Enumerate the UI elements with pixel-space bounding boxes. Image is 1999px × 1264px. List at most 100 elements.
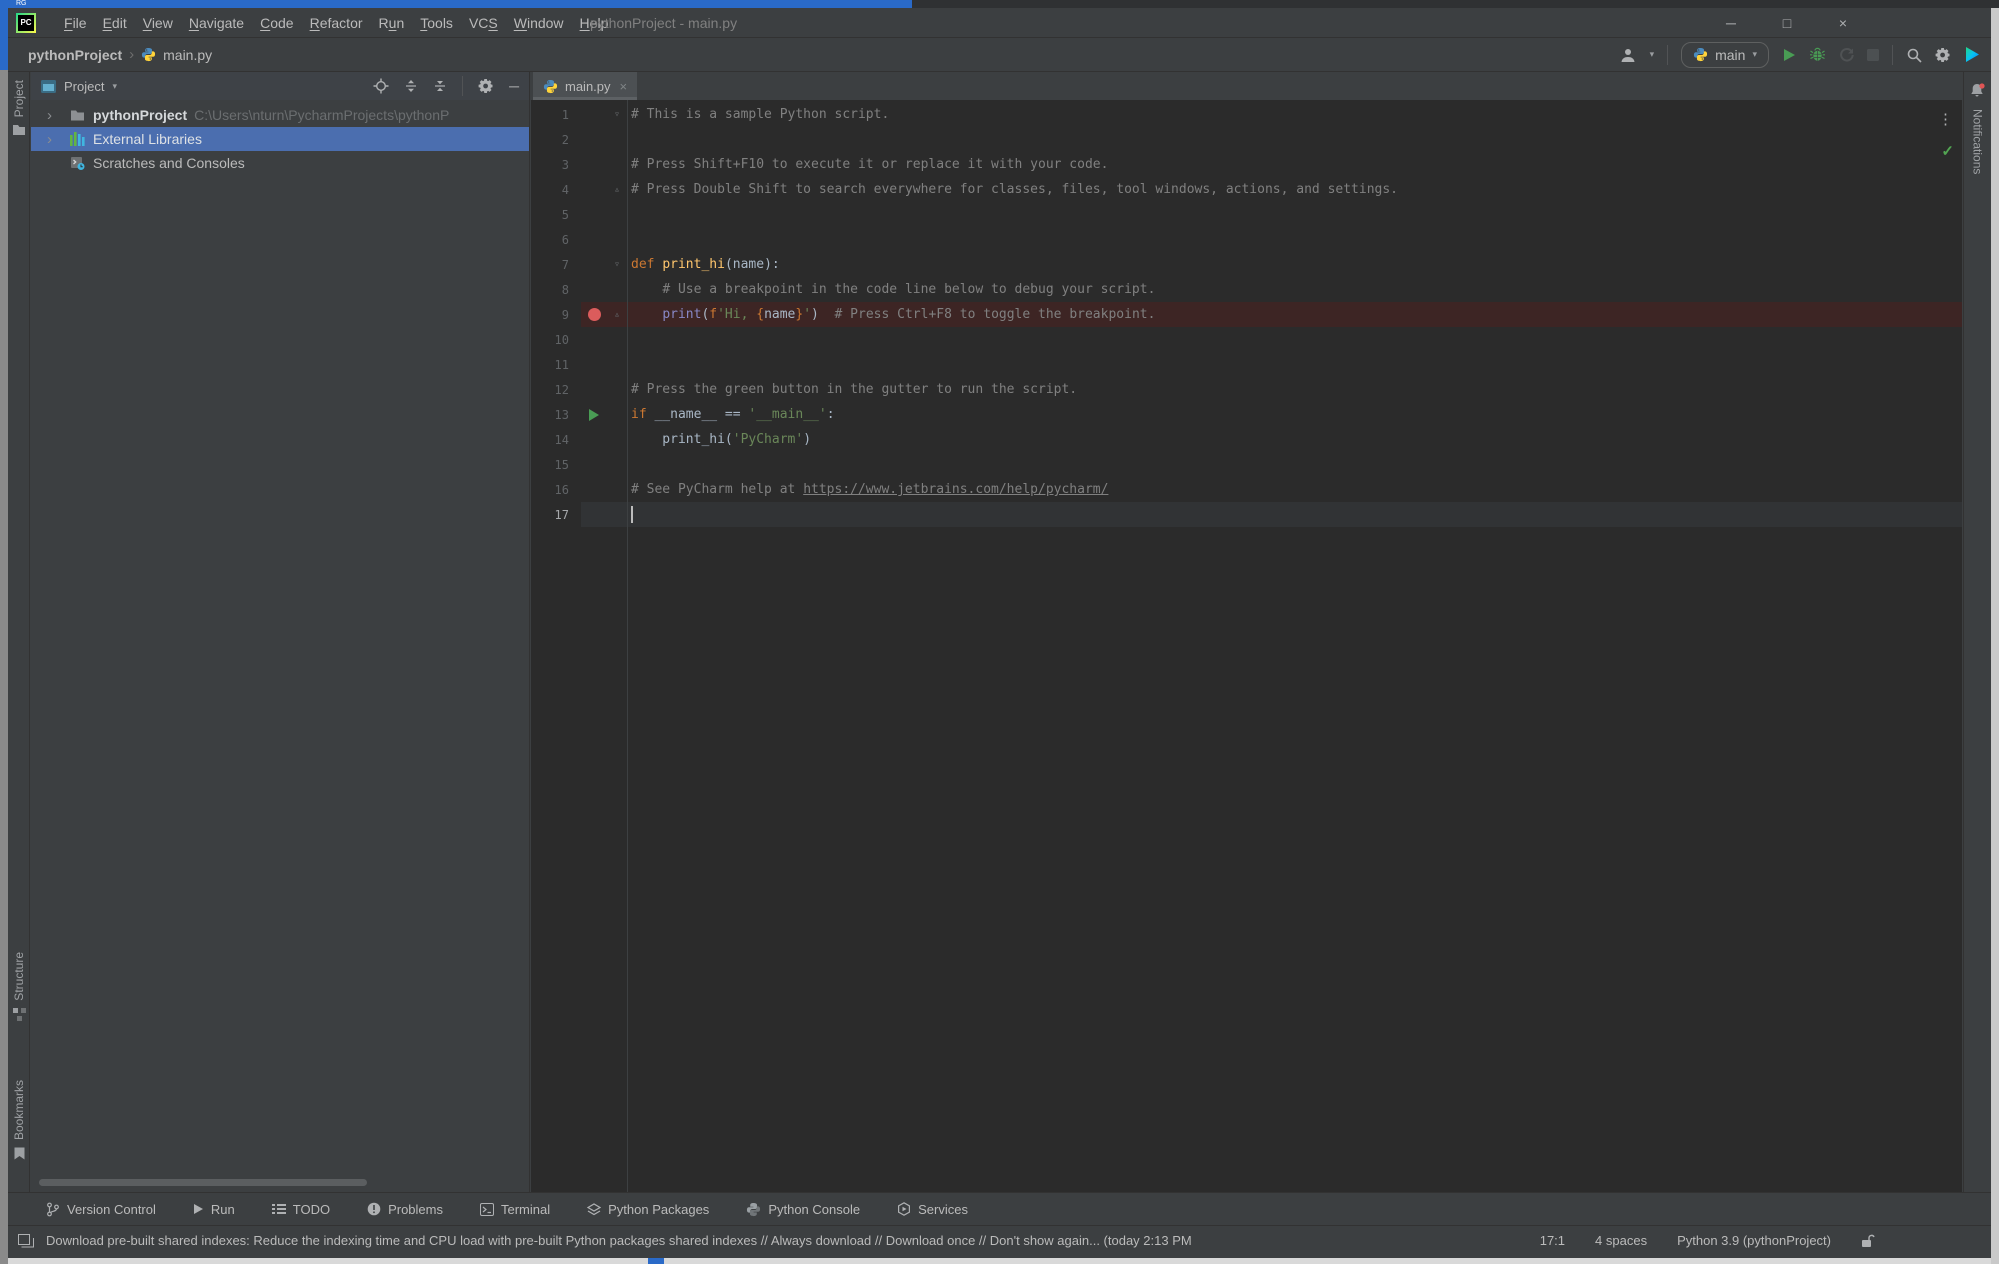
line-number[interactable]: 2: [531, 133, 581, 147]
fold-marker-icon[interactable]: ▵: [607, 309, 627, 320]
line-number[interactable]: 4: [531, 183, 581, 197]
menu-code[interactable]: Code: [252, 15, 301, 31]
line-number[interactable]: 5: [531, 208, 581, 222]
interpreter-setting[interactable]: Python 3.9 (pythonProject): [1677, 1233, 1831, 1248]
code-with-me-icon[interactable]: [1964, 46, 1981, 63]
tree-item-external-libraries[interactable]: ›External Libraries: [31, 127, 529, 151]
run-gutter-icon[interactable]: [589, 409, 599, 421]
lock-open-icon[interactable]: [1861, 1234, 1875, 1248]
menu-window[interactable]: Window: [506, 15, 572, 31]
tool-window-button-problems[interactable]: Problems: [367, 1202, 443, 1217]
chevron-right-icon[interactable]: ›: [47, 107, 67, 124]
line-number[interactable]: 7: [531, 258, 581, 272]
line-number[interactable]: 12: [531, 383, 581, 397]
tool-window-button-todo[interactable]: TODO: [272, 1202, 330, 1217]
editor-line-4[interactable]: 4▵# Press Double Shift to search everywh…: [531, 177, 1962, 202]
background-tasks-icon[interactable]: [18, 1234, 34, 1248]
fold-marker-icon[interactable]: ▵: [607, 184, 627, 195]
line-number[interactable]: 15: [531, 458, 581, 472]
user-icon[interactable]: [1619, 47, 1637, 63]
hide-panel-button[interactable]: ─: [509, 78, 519, 94]
run-configuration-selector[interactable]: main ▾: [1681, 42, 1769, 68]
line-number[interactable]: 13: [531, 408, 581, 422]
menu-refactor[interactable]: Refactor: [302, 15, 371, 31]
editor-line-6[interactable]: 6: [531, 227, 1962, 252]
close-button[interactable]: ×: [1832, 15, 1854, 31]
tool-window-button-version-control[interactable]: Version Control: [46, 1202, 156, 1217]
maximize-button[interactable]: □: [1776, 15, 1798, 31]
horizontal-scrollbar[interactable]: [39, 1179, 367, 1186]
search-everywhere-button[interactable]: [1906, 47, 1922, 63]
tool-window-button-python-packages[interactable]: Python Packages: [587, 1202, 709, 1217]
line-number[interactable]: 3: [531, 158, 581, 172]
tool-window-button-terminal[interactable]: Terminal: [480, 1202, 550, 1217]
chevron-right-icon[interactable]: ›: [47, 131, 67, 148]
tool-window-tab-project[interactable]: Project: [8, 80, 30, 136]
expand-all-icon[interactable]: [404, 79, 418, 93]
menu-navigate[interactable]: Navigate: [181, 15, 252, 31]
status-message[interactable]: Download pre-built shared indexes: Reduc…: [46, 1233, 1192, 1248]
debug-button[interactable]: [1809, 47, 1826, 62]
editor-line-8[interactable]: 8 # Use a breakpoint in the code line be…: [531, 277, 1962, 302]
editor-line-9[interactable]: 9▵ print(f'Hi, {name}') # Press Ctrl+F8 …: [531, 302, 1962, 327]
tree-item-pythonproject[interactable]: ›pythonProjectC:\Users\nturn\PycharmProj…: [31, 103, 529, 127]
line-number[interactable]: 11: [531, 358, 581, 372]
editor-line-7[interactable]: 7▿def print_hi(name):: [531, 252, 1962, 277]
user-caret-icon[interactable]: ▾: [1650, 49, 1655, 60]
run-with-coverage-button[interactable]: [1839, 47, 1854, 62]
editor-line-15[interactable]: 15: [531, 452, 1962, 477]
tool-window-tab-notifications[interactable]: Notifications: [1971, 109, 1985, 174]
editor-line-5[interactable]: 5: [531, 202, 1962, 227]
line-number[interactable]: 8: [531, 283, 581, 297]
menu-run[interactable]: Run: [371, 15, 413, 31]
tool-window-tab-bookmarks[interactable]: Bookmarks: [8, 1080, 30, 1160]
menu-view[interactable]: View: [135, 15, 181, 31]
notifications-bell-icon[interactable]: [1969, 82, 1986, 99]
editor-tab-main-py[interactable]: main.py ×: [533, 72, 637, 100]
menu-tools[interactable]: Tools: [412, 15, 461, 31]
line-number[interactable]: 9: [531, 308, 581, 322]
panel-settings-icon[interactable]: [478, 78, 494, 94]
collapse-all-icon[interactable]: [433, 79, 447, 93]
editor-line-1[interactable]: 1▿# This is a sample Python script.: [531, 102, 1962, 127]
close-tab-icon[interactable]: ×: [620, 79, 628, 94]
line-number[interactable]: 14: [531, 433, 581, 447]
line-number[interactable]: 17: [531, 508, 581, 522]
run-button[interactable]: [1782, 48, 1796, 62]
breadcrumb-file[interactable]: main.py: [163, 47, 212, 63]
project-panel-title[interactable]: Project: [64, 79, 104, 94]
fold-marker-icon[interactable]: ▿: [607, 109, 627, 120]
select-opened-file-icon[interactable]: [373, 78, 389, 94]
tool-window-button-run[interactable]: Run: [193, 1202, 235, 1217]
breakpoint-icon[interactable]: [588, 308, 601, 321]
editor-line-11[interactable]: 11: [531, 352, 1962, 377]
breadcrumb-project[interactable]: pythonProject: [28, 47, 122, 63]
line-number[interactable]: 10: [531, 333, 581, 347]
editor-line-13[interactable]: 13if __name__ == '__main__':: [531, 402, 1962, 427]
indent-setting[interactable]: 4 spaces: [1595, 1233, 1647, 1248]
editor-line-14[interactable]: 14 print_hi('PyCharm'): [531, 427, 1962, 452]
line-number[interactable]: 16: [531, 483, 581, 497]
editor-line-10[interactable]: 10: [531, 327, 1962, 352]
fold-marker-icon[interactable]: ▿: [607, 259, 627, 270]
line-number[interactable]: 1: [531, 108, 581, 122]
editor-line-16[interactable]: 16# See PyCharm help at https://www.jetb…: [531, 477, 1962, 502]
menu-file[interactable]: File: [56, 15, 95, 31]
tool-window-button-services[interactable]: Services: [897, 1202, 968, 1217]
line-number[interactable]: 6: [531, 233, 581, 247]
editor-line-17[interactable]: 17: [531, 502, 1962, 527]
editor-line-12[interactable]: 12# Press the green button in the gutter…: [531, 377, 1962, 402]
minimize-button[interactable]: ─: [1720, 15, 1742, 31]
menu-vcs[interactable]: VCS: [461, 15, 506, 31]
editor-line-2[interactable]: 2: [531, 127, 1962, 152]
line-highlight: [581, 202, 1962, 227]
chevron-down-icon[interactable]: ▾: [112, 81, 117, 92]
caret-position[interactable]: 17:1: [1540, 1233, 1565, 1248]
tool-window-tab-structure[interactable]: Structure: [8, 952, 30, 1021]
tree-item-scratches-and-consoles[interactable]: Scratches and Consoles: [31, 151, 529, 175]
editor-line-3[interactable]: 3# Press Shift+F10 to execute it or repl…: [531, 152, 1962, 177]
code-area[interactable]: 1▿# This is a sample Python script.23# P…: [531, 100, 1962, 1192]
menu-edit[interactable]: Edit: [95, 15, 135, 31]
tool-window-button-python-console[interactable]: Python Console: [746, 1202, 860, 1217]
settings-button[interactable]: [1935, 47, 1951, 63]
